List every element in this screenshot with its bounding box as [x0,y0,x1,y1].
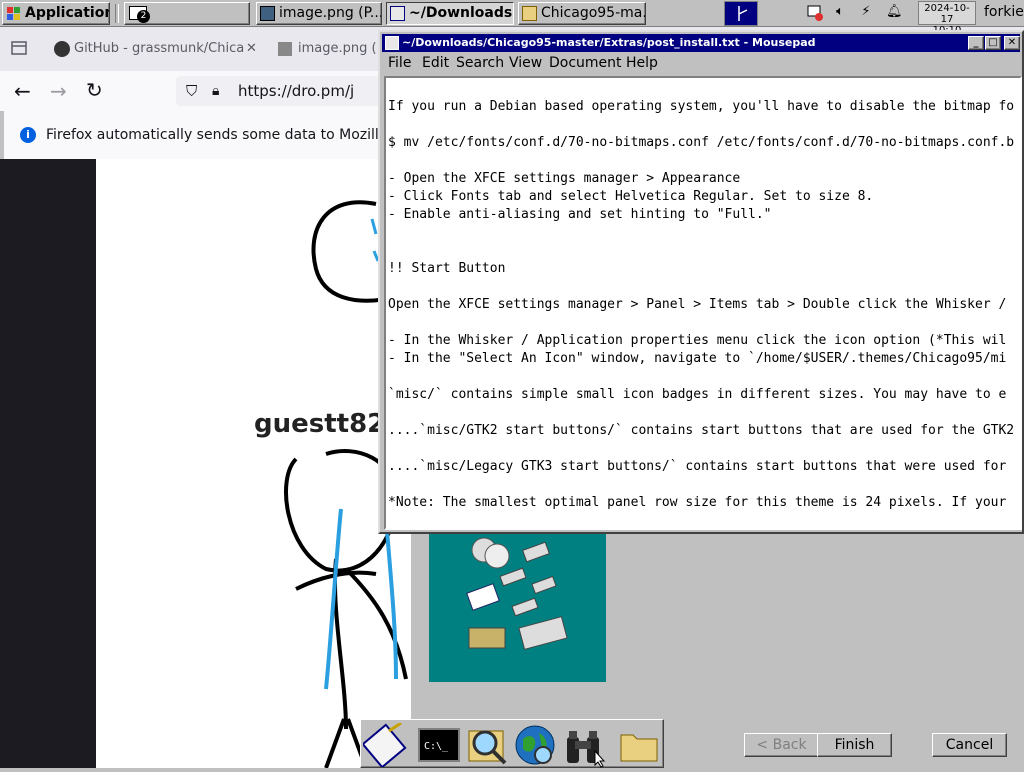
reload-icon[interactable]: ↻ [86,78,103,102]
text-line: If you run a Debian based operating syst… [388,99,1015,114]
windows-logo-icon [6,6,21,21]
user-name[interactable]: forkie [984,4,1024,20]
text-line: $ mv /etc/fonts/conf.d/70-no-bitmaps.con… [388,135,1015,150]
text-line: `misc/` contains simple small icon badge… [388,387,1007,402]
taskbar-separator [115,4,119,23]
window-title: ~/Downloads/Chicago95-master/Extras/post… [402,36,816,49]
workspace-icon: 2 [129,6,150,23]
url-text: https://dro.pm/j [238,82,355,100]
applications-menu-button[interactable]: Applications [2,2,110,25]
wizard-banner-image [429,530,606,682]
drawing-image: guestt82 [96,159,414,768]
back-button[interactable]: < Back [744,733,819,757]
image-viewer-icon [260,6,275,21]
workspace-switcher[interactable]: 2 [124,2,250,25]
menu-edit[interactable]: Edit [422,54,449,72]
mousepad-window: ~/Downloads/Chicago95-master/Extras/post… [378,30,1024,534]
task-label: image.png (P... [279,5,382,21]
menu-help[interactable]: Help [626,54,658,72]
back-arrow-icon[interactable]: ← [14,79,31,103]
text-line: !! Start Button [388,261,506,276]
menu-bar: File Edit Search View Document Help [382,52,1020,74]
text-line: - Open the XFCE settings manager > Appea… [388,171,741,186]
menu-file[interactable]: File [388,54,411,72]
tab-github[interactable]: GitHub - grassmunk/Chica ✕ [46,33,264,65]
text-line: ....`misc/Legacy GTK3 start buttons/` co… [388,459,1015,474]
firefox-view-icon[interactable] [10,39,28,57]
text-line: - In the "Select An Icon" window, naviga… [388,351,1007,366]
task-mousepad[interactable]: ~/Downloads... [386,2,514,25]
stick-figure-drawing [284,200,408,768]
image-icon [278,42,292,56]
terminal-icon[interactable]: C:\_ [417,723,461,767]
text-editor-area[interactable]: If you run a Debian based operating syst… [384,76,1022,530]
workspace-badge: 2 [137,10,150,23]
task-file-manager[interactable]: Chicago95-ma... [518,2,646,25]
power-icon[interactable]: ⚡︎ [858,4,874,20]
lock-icon[interactable]: 🔒︎ [212,76,219,106]
url-bar[interactable]: ⛉ 🔒︎ https://dro.pm/j [176,76,396,106]
info-icon: i [20,127,36,143]
mouse-cursor-icon [594,749,606,768]
close-icon[interactable]: ✕ [1004,36,1020,50]
mousepad-icon [390,6,405,21]
notification-bell-icon[interactable]: 🔔︎ [886,4,903,20]
folder-icon[interactable] [617,723,661,767]
tab-label: GitHub - grassmunk/Chica [74,41,245,56]
text-line: ....`misc/GTK2 start buttons/` contains … [388,423,1015,438]
tab-image[interactable]: image.png ( [270,33,380,65]
maximize-icon[interactable]: □ [985,36,1001,50]
text-line: - Enable anti-aliasing and set hinting t… [388,207,772,222]
notice-text: Firefox automatically sends some data to… [46,127,427,143]
web-browser-icon[interactable] [513,723,557,767]
volume-icon[interactable]: 🔈︎ [832,4,848,20]
clock[interactable]: 2024-10-17 10:10 [918,1,976,36]
mousepad-icon [385,36,399,50]
task-label: ~/Downloads... [409,5,513,21]
shield-icon[interactable]: ⛉ [186,76,197,106]
menu-view[interactable]: View [509,54,542,72]
text-editor-icon[interactable] [361,721,407,769]
top-taskbar: Applications 2 image.png (P... ~/Downloa… [0,0,1024,36]
cancel-button[interactable]: Cancel [932,733,1007,757]
minimize-icon[interactable]: _ [968,36,984,50]
github-icon [54,41,70,57]
svg-text:C:\_: C:\_ [424,741,449,752]
task-image-viewer[interactable]: image.png (P... [256,2,382,25]
desktop-preview-icon[interactable] [724,1,758,26]
text-line: - In the Whisker / Application propertie… [388,333,1007,348]
task-label: Chicago95-ma... [541,5,646,21]
drawing-caption: guestt82 [254,409,386,439]
network-icon[interactable] [806,4,824,22]
menu-search[interactable]: Search [456,54,504,72]
forward-arrow-icon[interactable]: → [50,79,67,103]
launcher-dock: C:\_ [360,719,664,769]
text-line: Open the XFCE settings manager > Panel >… [388,297,1015,312]
text-line: - Click Fonts tab and select Helvetica R… [388,189,874,204]
window-title-bar[interactable]: ~/Downloads/Chicago95-master/Extras/post… [382,34,1020,52]
tab-label: image.png ( [298,41,377,56]
menu-document[interactable]: Document [549,54,622,72]
finish-button[interactable]: Finish [817,733,892,757]
close-tab-icon[interactable]: ✕ [246,33,257,65]
text-line: *Note: The smallest optimal panel row si… [388,495,1007,510]
applications-label: Applications [25,5,109,21]
search-icon[interactable] [465,723,509,767]
folder-icon [522,6,537,21]
clock-date: 2024-10-17 [924,3,970,25]
